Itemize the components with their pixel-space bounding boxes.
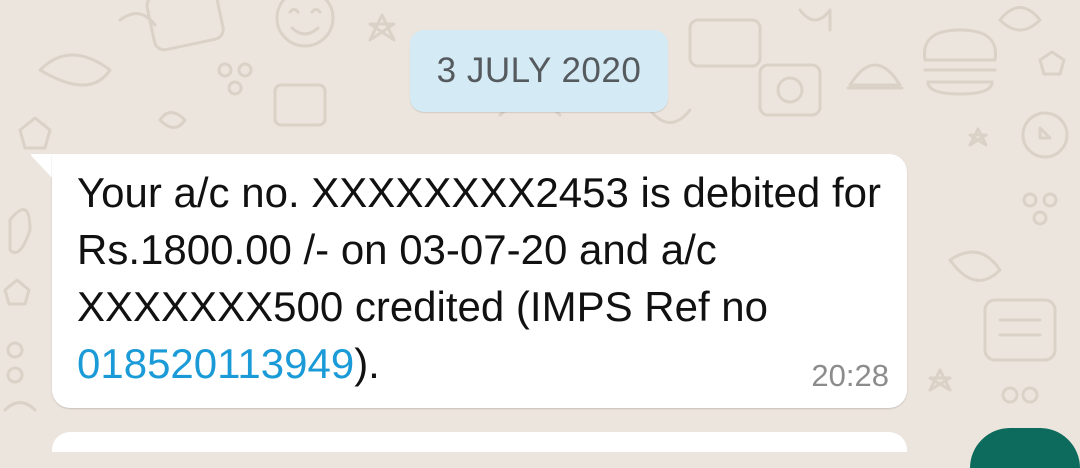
bubble-tail [30,154,54,180]
message-timestamp: 20:28 [811,358,889,393]
ref-number-link[interactable]: 018520113949 [77,340,354,387]
message-text[interactable]: Your a/c no. XXXXXXXX2453 is debited for… [77,164,897,392]
next-message-bubble-edge[interactable] [52,432,907,452]
message-text-body: Your a/c no. XXXXXXXX2453 is debited for… [77,169,881,330]
message-text-end: ). [354,340,380,387]
incoming-message-bubble[interactable]: Your a/c no. XXXXXXXX2453 is debited for… [52,154,907,408]
date-separator: 3 JULY 2020 [410,30,668,112]
date-label: 3 JULY 2020 [436,51,642,90]
